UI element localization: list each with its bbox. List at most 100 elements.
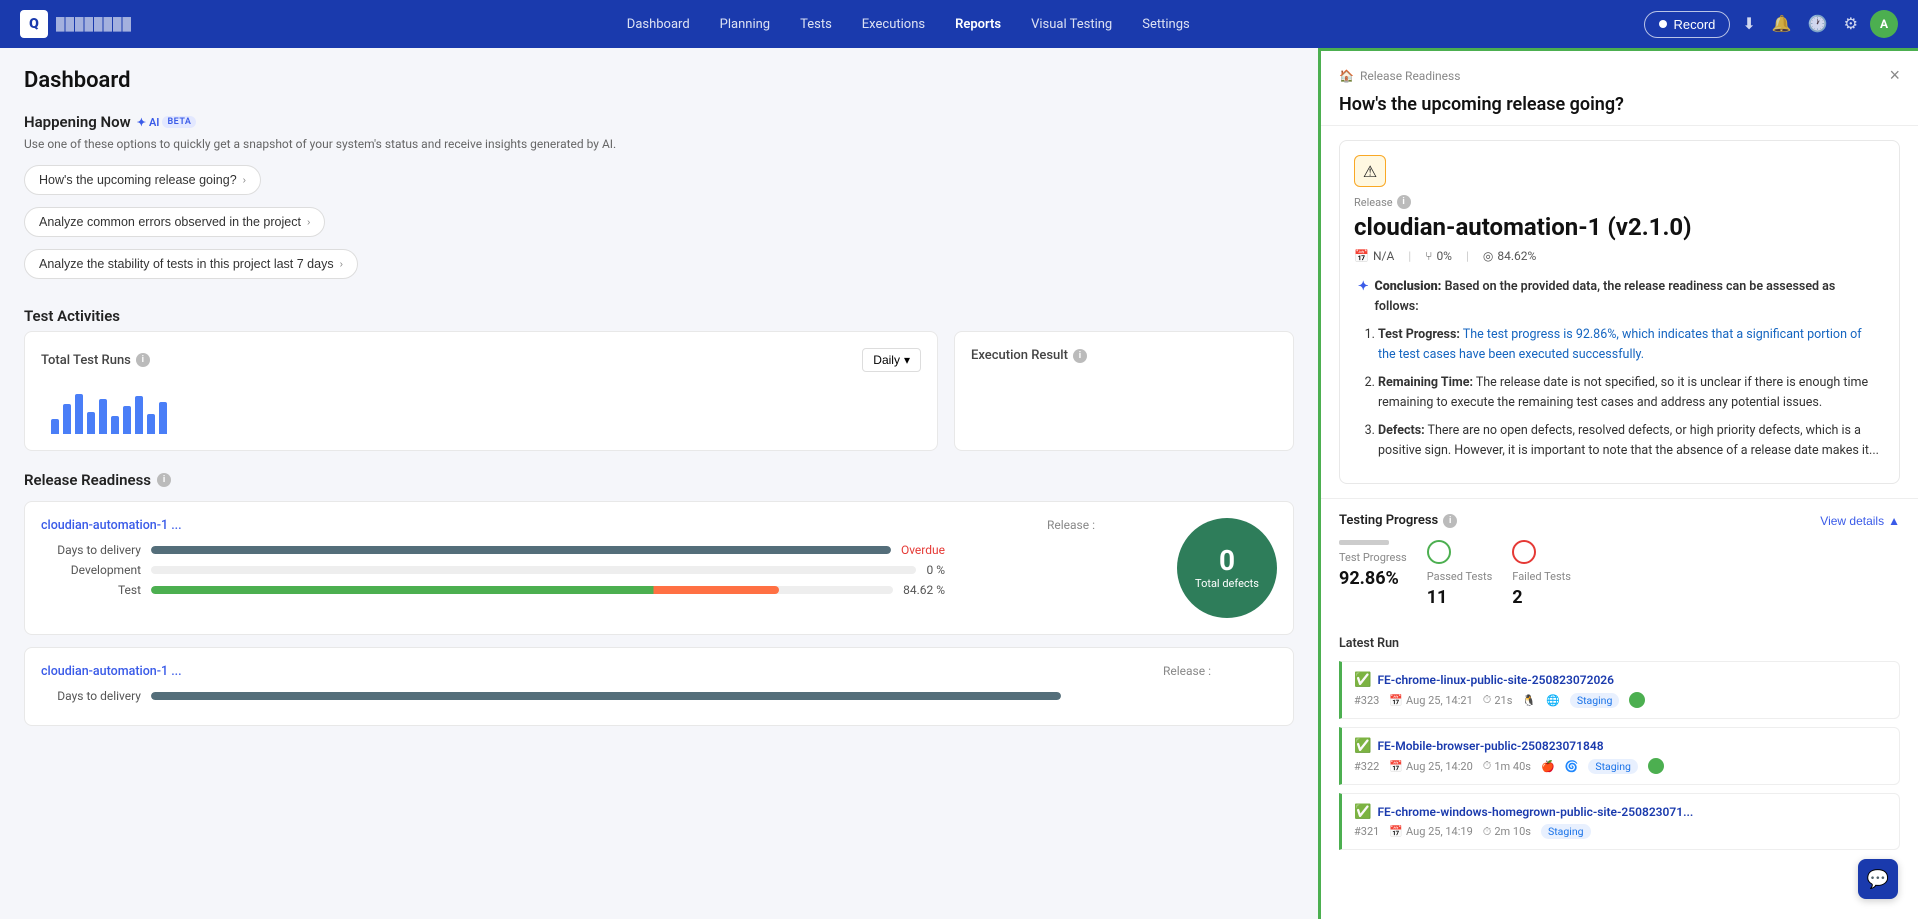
chevron-right-icon-3: › xyxy=(340,259,343,270)
release-label-text: Release xyxy=(1354,196,1393,209)
daily-select[interactable]: Daily ▾ xyxy=(862,348,921,372)
run-meta-1: #323 📅 Aug 25, 14:21 ⏱ 21s 🐧 🌐 Staging xyxy=(1354,692,1887,708)
tp-info-icon: i xyxy=(1443,514,1457,528)
metric-failed-tests: Failed Tests 2 xyxy=(1512,540,1571,608)
close-panel-button[interactable]: × xyxy=(1889,65,1900,86)
panel-body: ⚠ Release i cloudian-automation-1 (v2.1.… xyxy=(1321,126,1918,919)
release-meta: Release : xyxy=(961,518,1161,618)
info-icon: i xyxy=(136,353,150,367)
clock-icon-3: ⏱ xyxy=(1483,825,1492,839)
run-name-3: FE-chrome-windows-homegrown-public-site-… xyxy=(1377,805,1693,819)
development-bar xyxy=(151,566,916,574)
run-check-icon-3: ✅ xyxy=(1354,804,1371,820)
nav-executions[interactable]: Executions xyxy=(848,11,939,38)
run-check-icon-1: ✅ xyxy=(1354,672,1371,688)
record-button[interactable]: Record xyxy=(1644,11,1730,38)
card-header: Total Test Runs i Daily ▾ xyxy=(41,348,921,372)
logo[interactable]: Q ████████ xyxy=(20,10,132,38)
run-meta-3: #321 📅 Aug 25, 14:19 ⏱ 2m 10s Staging xyxy=(1354,824,1887,839)
nav-reports[interactable]: Reports xyxy=(941,11,1015,38)
release-name-link-2[interactable]: cloudian-automation-1 ... xyxy=(41,664,182,679)
release-card-1: cloudian-automation-1 ... Days to delive… xyxy=(24,501,1294,635)
chevron-right-icon-2: › xyxy=(307,217,310,228)
development-label: Development xyxy=(41,563,141,577)
bar-9 xyxy=(147,414,155,434)
failed-tests-icon xyxy=(1512,540,1571,564)
days-delivery-fill xyxy=(151,546,891,554)
release-left-2: cloudian-automation-1 ... Days to delive… xyxy=(41,664,1061,709)
chat-float-button[interactable]: 💬 xyxy=(1858,859,1898,899)
release-name-link[interactable]: cloudian-automation-1 ... xyxy=(41,518,182,533)
progress-bar-icon-bg xyxy=(1339,540,1389,545)
days-delivery-label: Days to delivery xyxy=(41,543,141,557)
test-activities-section: Test Activities Total Test Runs i Daily … xyxy=(24,307,1294,451)
chevron-up-icon: ▲ xyxy=(1888,514,1900,528)
bar-4 xyxy=(87,412,95,434)
execution-result-title: Execution Result i xyxy=(971,348,1277,363)
days-delivery-bar-2 xyxy=(151,692,1061,700)
circle-green-icon xyxy=(1427,540,1451,564)
bar-8 xyxy=(135,396,143,434)
total-test-runs-label: Total Test Runs xyxy=(41,353,131,368)
bar-2 xyxy=(63,404,71,434)
clock-icon-1: ⏱ xyxy=(1483,693,1492,707)
release-card-area: cloudian-automation-1 ... Days to delive… xyxy=(41,518,1277,618)
stat-84pct-value: 84.62% xyxy=(1497,249,1536,263)
panel-header-icon: 🏠 xyxy=(1339,69,1354,83)
ai-btn-stability[interactable]: Analyze the stability of tests in this p… xyxy=(24,249,358,279)
bar-10 xyxy=(159,402,167,434)
ai-btn-errors[interactable]: Analyze common errors observed in the pr… xyxy=(24,207,325,237)
nav-tests[interactable]: Tests xyxy=(786,11,846,38)
happening-now-title: Happening Now ✦ AI BETA xyxy=(24,113,1294,131)
run-number-1: #323 xyxy=(1354,694,1379,707)
history-button[interactable]: 🕐 xyxy=(1804,10,1832,38)
execution-result-label: Execution Result xyxy=(971,348,1068,363)
clock-icon-2: ⏱ xyxy=(1483,759,1492,773)
calendar-icon-1: 📅 xyxy=(1389,694,1403,707)
nav-settings[interactable]: Settings xyxy=(1128,11,1203,38)
days-delivery-fill-2 xyxy=(151,692,1061,700)
run-duration-2: ⏱ 1m 40s xyxy=(1483,759,1531,773)
total-test-runs-title: Total Test Runs i xyxy=(41,353,150,368)
nav-visual-testing[interactable]: Visual Testing xyxy=(1017,11,1126,38)
circle-red-icon xyxy=(1512,540,1536,564)
daily-label: Daily xyxy=(873,353,900,367)
release-big-name: cloudian-automation-1 (v2.1.0) xyxy=(1354,213,1885,241)
run-item-3-header: ✅ FE-chrome-windows-homegrown-public-sit… xyxy=(1354,804,1887,820)
release-label: Release i xyxy=(1354,195,1885,209)
download-button[interactable]: ⬇ xyxy=(1738,10,1759,38)
latest-run-title: Latest Run xyxy=(1339,636,1900,651)
notifications-button[interactable]: 🔔 xyxy=(1768,10,1796,38)
run-tag-staging-3: Staging xyxy=(1541,824,1591,839)
panel-header: 🏠 Release Readiness × How's the upcoming… xyxy=(1321,51,1918,126)
test-label: Test xyxy=(41,583,141,597)
release-meta-2: Release : xyxy=(1077,664,1277,709)
conclusion-item-1: Test Progress: The test progress is 92.8… xyxy=(1378,325,1881,365)
main-nav: Dashboard Planning Tests Executions Repo… xyxy=(172,11,1644,38)
test-progress-value: 92.86% xyxy=(1339,568,1407,589)
ai-label: AI xyxy=(149,116,160,129)
bar-5 xyxy=(99,399,107,434)
nav-dashboard[interactable]: Dashboard xyxy=(613,11,704,38)
ai-badge: ✦ AI BETA xyxy=(137,116,197,129)
calendar-icon-2: 📅 xyxy=(1389,760,1403,773)
days-delivery-row: Days to delivery Overdue xyxy=(41,543,945,557)
metric-passed-tests: Passed Tests 11 xyxy=(1427,540,1493,608)
release-readiness-label: Release Readiness xyxy=(24,471,151,489)
tp-title: Testing Progress i xyxy=(1339,513,1457,528)
logo-icon: Q xyxy=(20,10,48,38)
settings-button[interactable]: ⚙ xyxy=(1840,10,1862,38)
view-details-button[interactable]: View details ▲ xyxy=(1820,514,1900,528)
panel-header-text: Release Readiness xyxy=(1360,69,1460,83)
nav-planning[interactable]: Planning xyxy=(706,11,784,38)
tp-header: Testing Progress i View details ▲ xyxy=(1339,513,1900,528)
page-container: Dashboard Happening Now ✦ AI BETA Use on… xyxy=(0,48,1918,919)
beta-badge: BETA xyxy=(162,116,196,128)
test-progress-label: Test Progress xyxy=(1339,551,1407,564)
days-delivery-bar xyxy=(151,546,891,554)
conclusion-item-2: Remaining Time: The release date is not … xyxy=(1378,373,1881,413)
run-number-3: #321 xyxy=(1354,825,1379,838)
run-name-2: FE-Mobile-browser-public-250823071848 xyxy=(1377,739,1603,753)
avatar[interactable]: A xyxy=(1870,10,1898,38)
ai-btn-release[interactable]: How's the upcoming release going? › xyxy=(24,165,261,195)
